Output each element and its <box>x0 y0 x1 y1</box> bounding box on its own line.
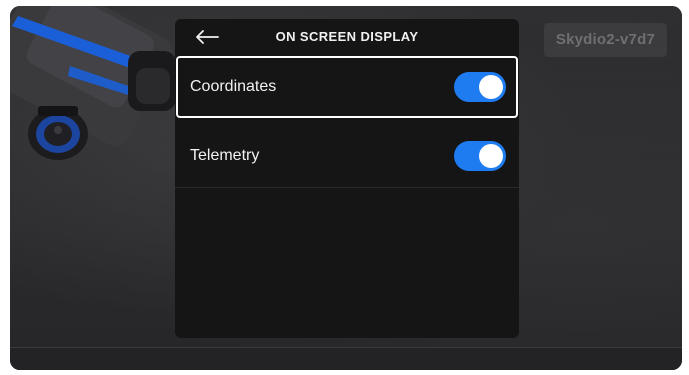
setting-label: Coordinates <box>190 78 277 95</box>
app-screen: Skydio2-v7d7 ON SCREEN DISPLAY Coordinat… <box>10 6 682 370</box>
drone-image <box>10 6 176 160</box>
toggle-knob <box>479 144 503 168</box>
toggle-knob <box>479 75 503 99</box>
setting-row-telemetry[interactable]: Telemetry <box>175 125 519 188</box>
setting-label: Telemetry <box>190 147 260 164</box>
page-title: ON SCREEN DISPLAY <box>275 29 419 44</box>
setting-row-coordinates[interactable]: Coordinates <box>175 56 519 118</box>
panel-header: ON SCREEN DISPLAY <box>175 19 519 55</box>
telemetry-toggle[interactable] <box>454 141 506 171</box>
coordinates-toggle[interactable] <box>454 72 506 102</box>
background-floor <box>10 347 682 370</box>
settings-panel: ON SCREEN DISPLAY Coordinates Telemetry <box>175 19 519 338</box>
device-name-badge: Skydio2-v7d7 <box>543 23 667 57</box>
